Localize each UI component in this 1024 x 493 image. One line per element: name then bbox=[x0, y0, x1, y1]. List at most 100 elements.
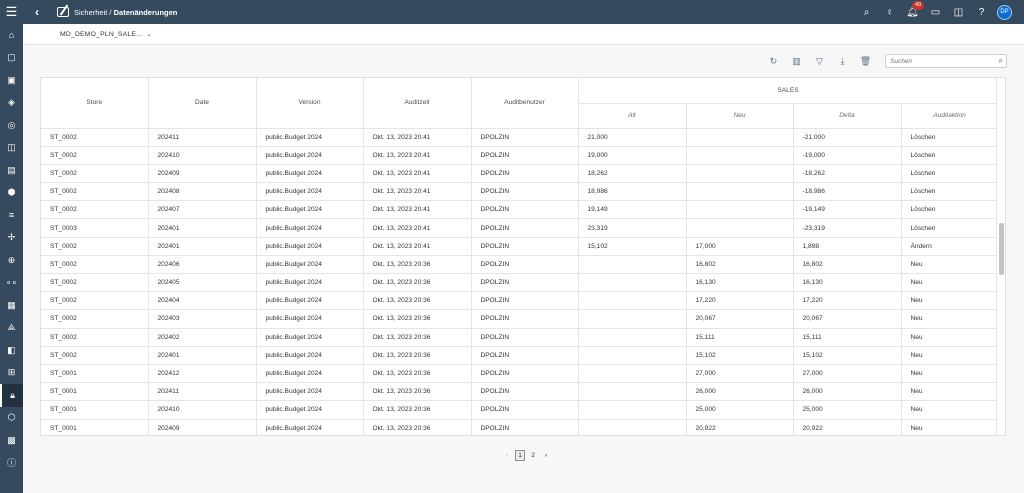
security-icon[interactable]: 🔒︎ bbox=[0, 384, 23, 407]
search-icon[interactable]: ⌕ bbox=[999, 56, 1003, 66]
filter-icon[interactable]: ▽ bbox=[808, 52, 831, 70]
column-header-delta[interactable]: Delta bbox=[793, 103, 902, 129]
cell-store: ST_0002 bbox=[41, 273, 149, 293]
table-row[interactable]: ST_0002 202408 public.Budget 2024 Okt. 13, … bbox=[41, 182, 999, 202]
predictive-icon[interactable]: ⟁ bbox=[0, 317, 23, 340]
search-input[interactable] bbox=[890, 57, 990, 65]
cell-neu: 16,802 bbox=[686, 255, 794, 275]
cell-store: ST_0001 bbox=[41, 400, 149, 420]
table-row[interactable]: ST_0001 202409 public.Budget 2024 Okt. 13, … bbox=[41, 419, 999, 435]
next-page-icon[interactable]: › bbox=[541, 450, 551, 461]
scrollbar-thumb[interactable] bbox=[999, 223, 1004, 275]
download-icon[interactable]: ⤓ bbox=[831, 52, 854, 70]
cell-neu: 15,102 bbox=[686, 346, 794, 365]
column-header-store[interactable]: Store bbox=[41, 78, 149, 129]
column-header-auditzeit[interactable]: Auditzeit bbox=[363, 78, 472, 129]
cell-auditzeit: Okt. 13, 2023 20:36 bbox=[363, 419, 472, 435]
back-icon[interactable]: ‹ bbox=[35, 5, 51, 19]
cell-auditbenutzer: DPOLZIN bbox=[471, 309, 579, 329]
table-row[interactable]: ST_0002 202410 public.Budget 2024 Okt. 13, … bbox=[41, 146, 999, 165]
hamburger-icon[interactable]: ☰ bbox=[0, 0, 23, 24]
column-header-version[interactable]: Version bbox=[256, 78, 364, 129]
cube-icon[interactable]: ⬢ bbox=[0, 182, 23, 205]
previous-page-icon[interactable]: ‹ bbox=[502, 450, 512, 461]
table-row[interactable]: ST_0002 202403 public.Budget 2024 Okt. 13, … bbox=[41, 309, 999, 329]
info-icon[interactable]: ⓘ bbox=[0, 452, 23, 475]
book-icon[interactable]: ◧ bbox=[0, 339, 23, 362]
cell-auditbenutzer: DPOLZIN bbox=[471, 164, 579, 184]
cell-delta: 20,922 bbox=[793, 419, 902, 435]
workflow-icon[interactable]: ∘∘ bbox=[0, 272, 23, 295]
table-row[interactable]: ST_0002 202411 public.Budget 2024 Okt. 13, … bbox=[41, 128, 999, 147]
cell-date: 202407 bbox=[148, 200, 257, 220]
cell-alt: 23,319 bbox=[578, 218, 687, 238]
cell-delta: 26,000 bbox=[793, 382, 902, 402]
cell-auditaktion: Neu bbox=[901, 273, 999, 293]
column-header-date[interactable]: Date bbox=[148, 78, 257, 129]
files-icon[interactable]: ▢ bbox=[0, 47, 23, 70]
home-icon[interactable]: ⌂ bbox=[0, 24, 23, 47]
delete-icon[interactable]: 🗑︎ bbox=[854, 52, 877, 70]
notification-icon[interactable]: 🔔︎ 49 bbox=[901, 0, 925, 24]
avatar[interactable]: DP bbox=[997, 4, 1012, 20]
refresh-icon[interactable]: ↻ bbox=[762, 52, 785, 70]
columns-icon[interactable]: ▥ bbox=[785, 52, 808, 70]
digital-boardroom-icon[interactable]: ◎ bbox=[0, 114, 23, 137]
column-header-neu[interactable]: Neu bbox=[686, 103, 794, 129]
table-row[interactable]: ST_0003 202401 public.Budget 2024 Okt. 13, … bbox=[41, 218, 999, 238]
connections-icon[interactable]: ⊞ bbox=[0, 362, 23, 385]
column-header-auditbenutzer[interactable]: Auditbenutzer bbox=[471, 78, 579, 129]
table-row[interactable]: ST_0001 202412 public.Budget 2024 Okt. 13, … bbox=[41, 364, 999, 384]
cell-auditaktion: Löschen bbox=[901, 218, 999, 238]
table-row[interactable]: ST_0001 202411 public.Budget 2024 Okt. 13, … bbox=[41, 382, 999, 402]
binoculars-icon[interactable]: ⊕ bbox=[0, 249, 23, 272]
cell-store: ST_0002 bbox=[41, 291, 149, 311]
lightbulb-icon[interactable]: ♀ bbox=[878, 0, 901, 24]
model-selector[interactable]: MD_DEMO_PLN_SALE... ⌄ bbox=[60, 31, 152, 38]
cell-date: 202411 bbox=[148, 382, 257, 402]
table-row[interactable]: ST_0002 202406 public.Budget 2024 Okt. 13, … bbox=[41, 255, 999, 275]
discussion-icon[interactable]: ▭ bbox=[924, 0, 947, 24]
data-analyzer-icon[interactable]: ▤ bbox=[0, 159, 23, 182]
cell-delta: 16,130 bbox=[793, 273, 902, 293]
vertical-scrollbar[interactable] bbox=[996, 78, 1005, 435]
table-row[interactable]: ST_0001 202410 public.Budget 2024 Okt. 13, … bbox=[41, 400, 999, 420]
table-row[interactable]: ST_0002 202402 public.Budget 2024 Okt. 13, … bbox=[41, 328, 999, 347]
side-navigation: ⌂ ▢ ▣ ◈ ◎ ◫ ▤ ⬢ ≡ ✢ ⊕ ∘∘ ▦ ⟁ ◧ ⊞ 🔒︎ ⬡ ▩ … bbox=[0, 24, 23, 493]
avatar-wrapper[interactable]: DP bbox=[993, 0, 1016, 24]
cell-auditbenutzer: DPOLZIN bbox=[471, 346, 579, 365]
data-integration-icon[interactable]: ≡ bbox=[0, 204, 23, 227]
search-icon[interactable]: ⌕ bbox=[855, 0, 878, 24]
cell-neu: 17,220 bbox=[686, 291, 794, 311]
feedback-icon[interactable]: ◫ bbox=[947, 0, 970, 24]
cell-neu bbox=[686, 200, 794, 220]
modeler-icon[interactable]: ◫ bbox=[0, 137, 23, 160]
page-2-button[interactable]: 2 bbox=[528, 450, 538, 461]
cell-neu: 17,000 bbox=[686, 237, 794, 256]
model-name: MD_DEMO_PLN_SALE... bbox=[60, 30, 143, 38]
value-driver-icon[interactable]: ✢ bbox=[0, 227, 23, 250]
analytic-designer-icon[interactable]: ◈ bbox=[0, 92, 23, 115]
table-row[interactable]: ST_0002 202401 public.Budget 2024 Okt. 13, … bbox=[41, 346, 999, 365]
cell-delta: 16,802 bbox=[793, 255, 902, 275]
table-row[interactable]: ST_0002 202409 public.Budget 2024 Okt. 13, … bbox=[41, 164, 999, 184]
system-icon[interactable]: ▩ bbox=[0, 429, 23, 452]
help-icon[interactable]: ? bbox=[970, 0, 993, 24]
page-title: Sicherheit / Datenänderungen bbox=[74, 8, 177, 17]
column-header-auditaktion[interactable]: Auditaktion bbox=[901, 103, 999, 129]
stories-icon[interactable]: ▣ bbox=[0, 69, 23, 92]
page-1-button[interactable]: 1 bbox=[515, 449, 525, 461]
cell-neu: 25,000 bbox=[686, 400, 794, 420]
search-field[interactable]: ⌕ bbox=[885, 54, 1007, 68]
table-row[interactable]: ST_0002 202404 public.Budget 2024 Okt. 13, … bbox=[41, 291, 999, 311]
table-row[interactable]: ST_0002 202401 public.Budget 2024 Okt. 13, … bbox=[41, 237, 999, 256]
breadcrumb-prefix: Sicherheit / bbox=[74, 7, 114, 17]
transport-icon[interactable]: ⬡ bbox=[0, 407, 23, 430]
table-row[interactable]: ST_0002 202405 public.Budget 2024 Okt. 13, … bbox=[41, 273, 999, 293]
cell-auditzeit: Okt. 13, 2023 20:41 bbox=[363, 164, 472, 184]
cell-auditbenutzer: DPOLZIN bbox=[471, 218, 579, 238]
table-row[interactable]: ST_0002 202407 public.Budget 2024 Okt. 13, … bbox=[41, 200, 999, 220]
cell-auditzeit: Okt. 13, 2023 20:41 bbox=[363, 182, 472, 202]
calendar-icon[interactable]: ▦ bbox=[0, 294, 23, 317]
column-header-alt[interactable]: Alt bbox=[578, 103, 687, 129]
